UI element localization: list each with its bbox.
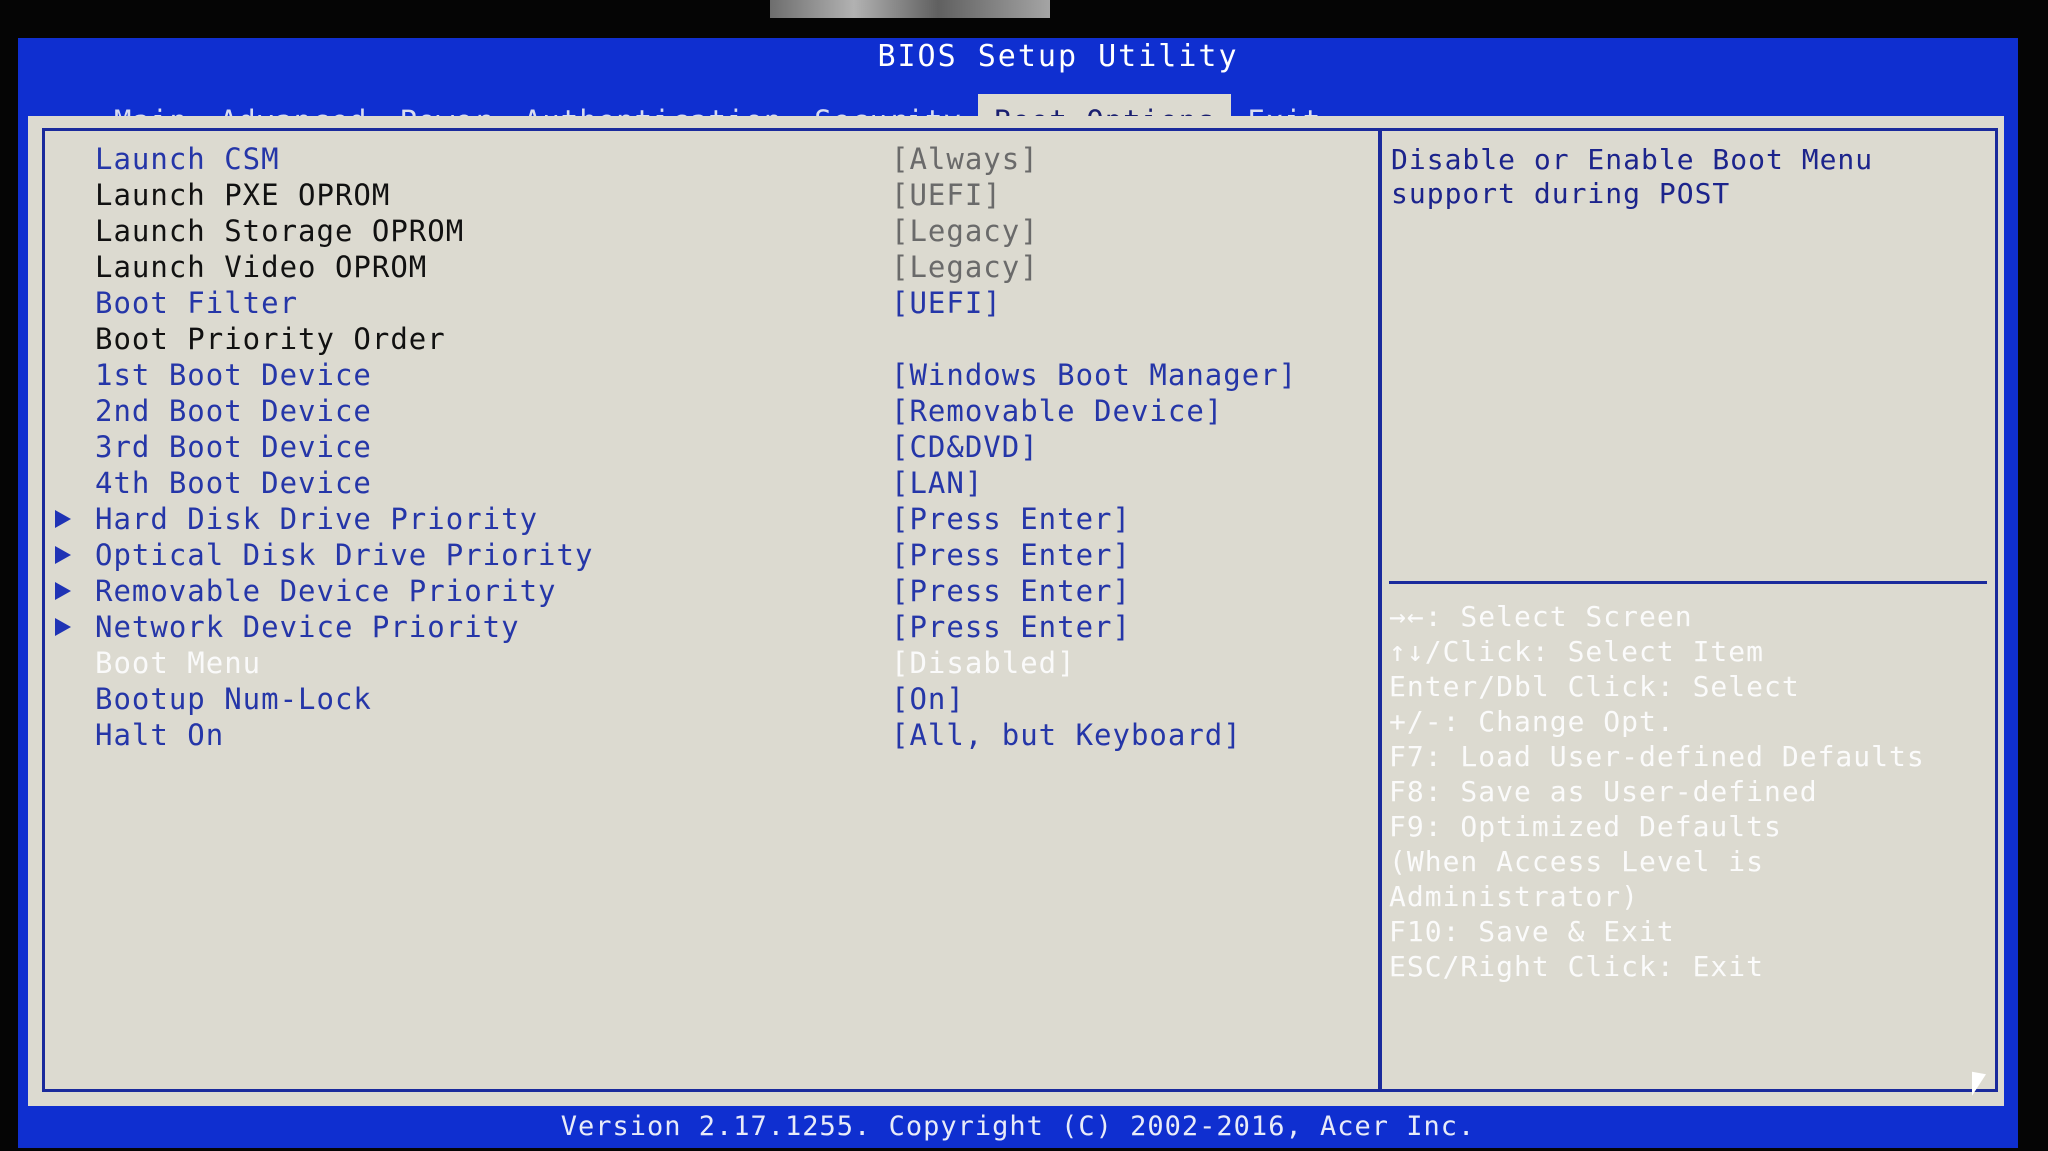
setting-row-launch-csm[interactable]: Launch CSM [Always] [45,141,1379,177]
key-f8: F8: Save as User-defined [1389,775,1818,808]
key-f7: F7: Load User-defined Defaults [1389,740,1925,773]
setting-label: 1st Boot Device [95,358,372,392]
setting-label: Hard Disk Drive Priority [95,502,539,536]
key-change-opt: +/-: Change Opt. [1389,705,1675,738]
setting-value[interactable]: [Disabled] [891,645,1076,681]
setting-label: Network Device Priority [95,610,520,644]
help-description: Disable or Enable Boot Menu support duri… [1391,143,1874,210]
setting-value[interactable]: [Legacy] [891,249,1039,285]
setting-row-boot-priority-order: Boot Priority Order [45,321,1379,357]
setting-row-launch-video-oprom[interactable]: Launch Video OPROM [Legacy] [45,249,1379,285]
help-panel: Disable or Enable Boot Menu support duri… [1378,128,1998,1092]
submenu-arrow-icon [55,510,71,528]
setting-row-optical-disk-drive-priority[interactable]: Optical Disk Drive Priority [Press Enter] [45,537,1379,573]
key-select-item: ↑↓/Click: Select Item [1389,635,1765,668]
setting-value[interactable]: [LAN] [891,465,983,501]
key-f9-note: (When Access Level is [1389,845,1765,878]
setting-value[interactable]: [UEFI] [891,285,1002,321]
setting-label: Optical Disk Drive Priority [95,538,594,572]
mouse-pointer-icon [1972,1071,1986,1099]
setting-label: Launch Storage OPROM [95,214,465,248]
window-title: BIOS Setup Utility [877,39,1239,74]
setting-value[interactable]: [Press Enter] [891,537,1131,573]
setting-label: 3rd Boot Device [95,430,372,464]
key-f10: F10: Save & Exit [1389,915,1675,948]
help-divider [1389,581,1987,584]
setting-row-boot-menu[interactable]: Boot Menu [Disabled] [45,645,1379,681]
setting-value[interactable]: [Always] [891,141,1039,177]
monitor-bezel-reflection [770,0,1050,18]
submenu-arrow-icon [55,582,71,600]
setting-row-3rd-boot-device[interactable]: 3rd Boot Device [CD&DVD] [45,429,1379,465]
setting-row-hard-disk-drive-priority[interactable]: Hard Disk Drive Priority [Press Enter] [45,501,1379,537]
setting-label: Launch Video OPROM [95,250,428,284]
key-legend: →←: Select Screen ↑↓/Click: Select Item … [1389,599,1989,984]
key-select-screen: →←: Select Screen [1389,600,1693,633]
setting-label: 4th Boot Device [95,466,372,500]
setting-value[interactable]: [Press Enter] [891,609,1131,645]
setting-row-boot-filter[interactable]: Boot Filter [UEFI] [45,285,1379,321]
setting-row-4th-boot-device[interactable]: 4th Boot Device [LAN] [45,465,1379,501]
key-f9: F9: Optimized Defaults [1389,810,1782,843]
setting-row-launch-pxe-oprom[interactable]: Launch PXE OPROM [UEFI] [45,177,1379,213]
setting-label: Halt On [95,718,225,752]
setting-label: Launch PXE OPROM [95,178,391,212]
setting-value[interactable]: [Press Enter] [891,573,1131,609]
setting-row-removable-device-priority[interactable]: Removable Device Priority [Press Enter] [45,573,1379,609]
setting-value[interactable]: [Windows Boot Manager] [891,357,1297,393]
setting-row-halt-on[interactable]: Halt On [All, but Keyboard] [45,717,1379,753]
setting-label: Boot Priority Order [95,322,446,356]
submenu-arrow-icon [55,618,71,636]
version-footer: Version 2.17.1255. Copyright (C) 2002-20… [560,1111,1476,1142]
setting-row-1st-boot-device[interactable]: 1st Boot Device [Windows Boot Manager] [45,357,1379,393]
setting-value[interactable]: [UEFI] [891,177,1002,213]
settings-panel: Launch CSM [Always] Launch PXE OPROM [UEFI]… [42,128,1382,1092]
setting-row-network-device-priority[interactable]: Network Device Priority [Press Enter] [45,609,1379,645]
setting-value[interactable]: [Removable Device] [891,393,1223,429]
setting-label: Removable Device Priority [95,574,557,608]
setting-value[interactable]: [Press Enter] [891,501,1131,537]
key-esc: ESC/Right Click: Exit [1389,950,1765,983]
setting-row-2nd-boot-device[interactable]: 2nd Boot Device [Removable Device] [45,393,1379,429]
setting-value[interactable]: [CD&DVD] [891,429,1039,465]
setting-value[interactable]: [On] [891,681,965,717]
key-f9-note-cont: Administrator) [1389,880,1640,913]
setting-label: 2nd Boot Device [95,394,372,428]
bios-screen: BIOS Setup Utility Main Advanced Power A… [18,38,2018,1148]
setting-label: Boot Menu [95,646,262,680]
setting-label: Boot Filter [95,286,299,320]
setting-label: Launch CSM [95,142,280,176]
setting-label: Bootup Num-Lock [95,682,372,716]
setting-value[interactable]: [All, but Keyboard] [891,717,1242,753]
key-select: Enter/Dbl Click: Select [1389,670,1800,703]
setting-value[interactable]: [Legacy] [891,213,1039,249]
setting-row-launch-storage-oprom[interactable]: Launch Storage OPROM [Legacy] [45,213,1379,249]
submenu-arrow-icon [55,546,71,564]
setting-row-bootup-num-lock[interactable]: Bootup Num-Lock [On] [45,681,1379,717]
content-frame: Launch CSM [Always] Launch PXE OPROM [UEFI]… [28,116,2004,1106]
settings-list: Launch CSM [Always] Launch PXE OPROM [UEFI]… [45,141,1379,753]
